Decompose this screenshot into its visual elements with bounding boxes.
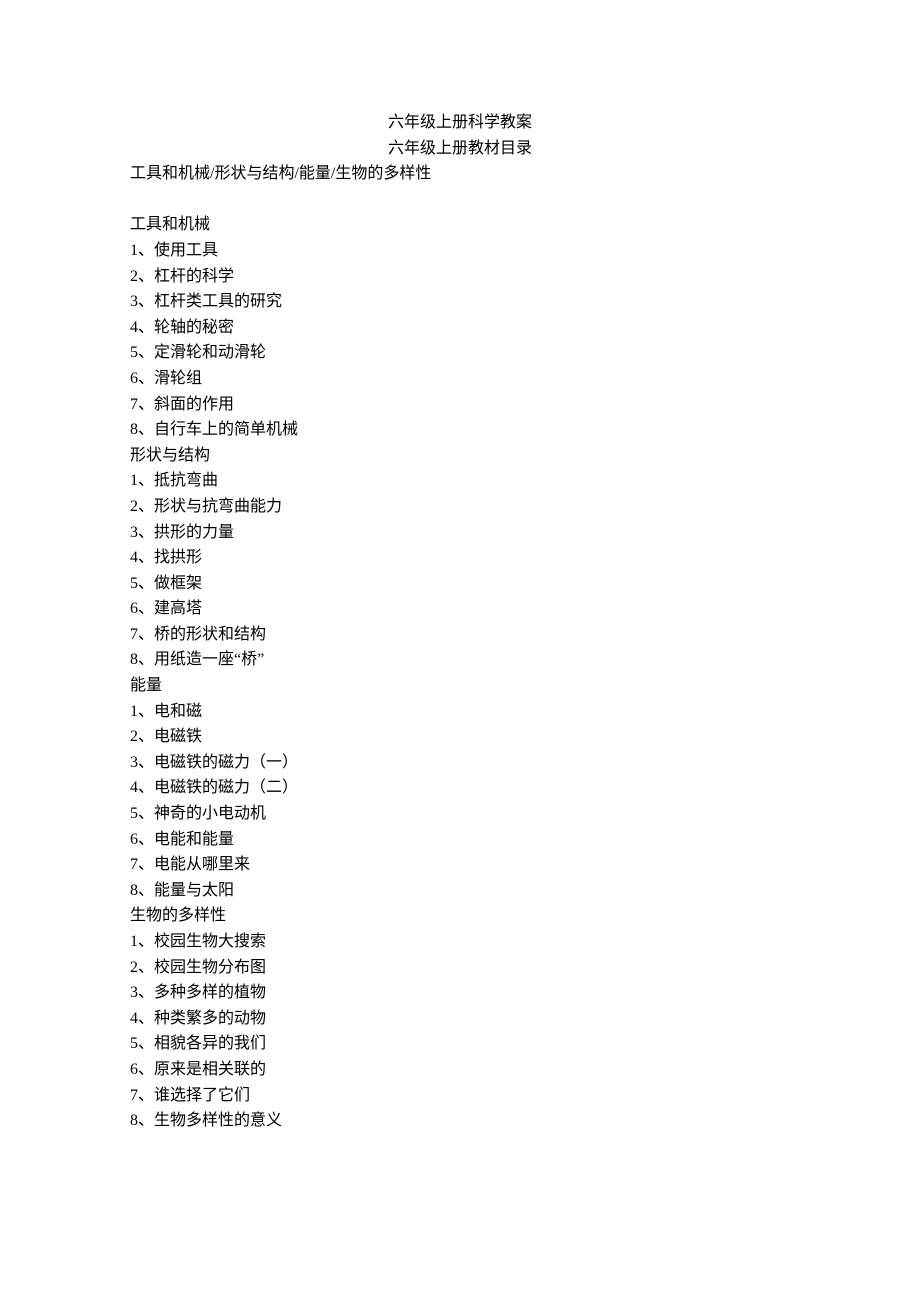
toc-item: 5、定滑轮和动滑轮 bbox=[130, 340, 790, 366]
toc-item: 6、建高塔 bbox=[130, 596, 790, 622]
main-title: 六年级上册科学教案 bbox=[130, 110, 790, 136]
toc-item: 7、谁选择了它们 bbox=[130, 1083, 790, 1109]
section-heading: 生物的多样性 bbox=[130, 903, 790, 929]
toc-item: 2、校园生物分布图 bbox=[130, 955, 790, 981]
spacer bbox=[130, 187, 790, 213]
toc-item: 3、杠杆类工具的研究 bbox=[130, 289, 790, 315]
toc-item: 1、抵抗弯曲 bbox=[130, 468, 790, 494]
toc-item: 3、拱形的力量 bbox=[130, 520, 790, 546]
toc-item: 8、能量与太阳 bbox=[130, 878, 790, 904]
sub-title: 六年级上册教材目录 bbox=[130, 136, 790, 162]
toc-item: 6、滑轮组 bbox=[130, 366, 790, 392]
toc-item: 7、电能从哪里来 bbox=[130, 852, 790, 878]
toc-item: 3、电磁铁的磁力（一） bbox=[130, 750, 790, 776]
summary-line: 工具和机械/形状与结构/能量/生物的多样性 bbox=[130, 161, 790, 187]
section-heading: 能量 bbox=[130, 673, 790, 699]
toc-item: 4、找拱形 bbox=[130, 545, 790, 571]
toc-item: 7、桥的形状和结构 bbox=[130, 622, 790, 648]
toc-item: 4、种类繁多的动物 bbox=[130, 1006, 790, 1032]
toc-item: 5、神奇的小电动机 bbox=[130, 801, 790, 827]
toc-item: 2、电磁铁 bbox=[130, 724, 790, 750]
toc-item: 5、做框架 bbox=[130, 571, 790, 597]
toc-item: 2、形状与抗弯曲能力 bbox=[130, 494, 790, 520]
section-heading: 形状与结构 bbox=[130, 443, 790, 469]
toc-item: 1、使用工具 bbox=[130, 238, 790, 264]
toc-item: 1、校园生物大搜索 bbox=[130, 929, 790, 955]
toc-item: 8、用纸造一座“桥” bbox=[130, 647, 790, 673]
toc-item: 6、电能和能量 bbox=[130, 827, 790, 853]
toc-item: 8、生物多样性的意义 bbox=[130, 1108, 790, 1134]
toc-item: 7、斜面的作用 bbox=[130, 392, 790, 418]
toc-item: 2、杠杆的科学 bbox=[130, 264, 790, 290]
toc-item: 4、电磁铁的磁力（二） bbox=[130, 775, 790, 801]
section-heading: 工具和机械 bbox=[130, 212, 790, 238]
toc-item: 6、原来是相关联的 bbox=[130, 1057, 790, 1083]
toc-item: 8、自行车上的简单机械 bbox=[130, 417, 790, 443]
toc-item: 5、相貌各异的我们 bbox=[130, 1031, 790, 1057]
toc-item: 1、电和磁 bbox=[130, 699, 790, 725]
toc-item: 3、多种多样的植物 bbox=[130, 980, 790, 1006]
toc-item: 4、轮轴的秘密 bbox=[130, 315, 790, 341]
